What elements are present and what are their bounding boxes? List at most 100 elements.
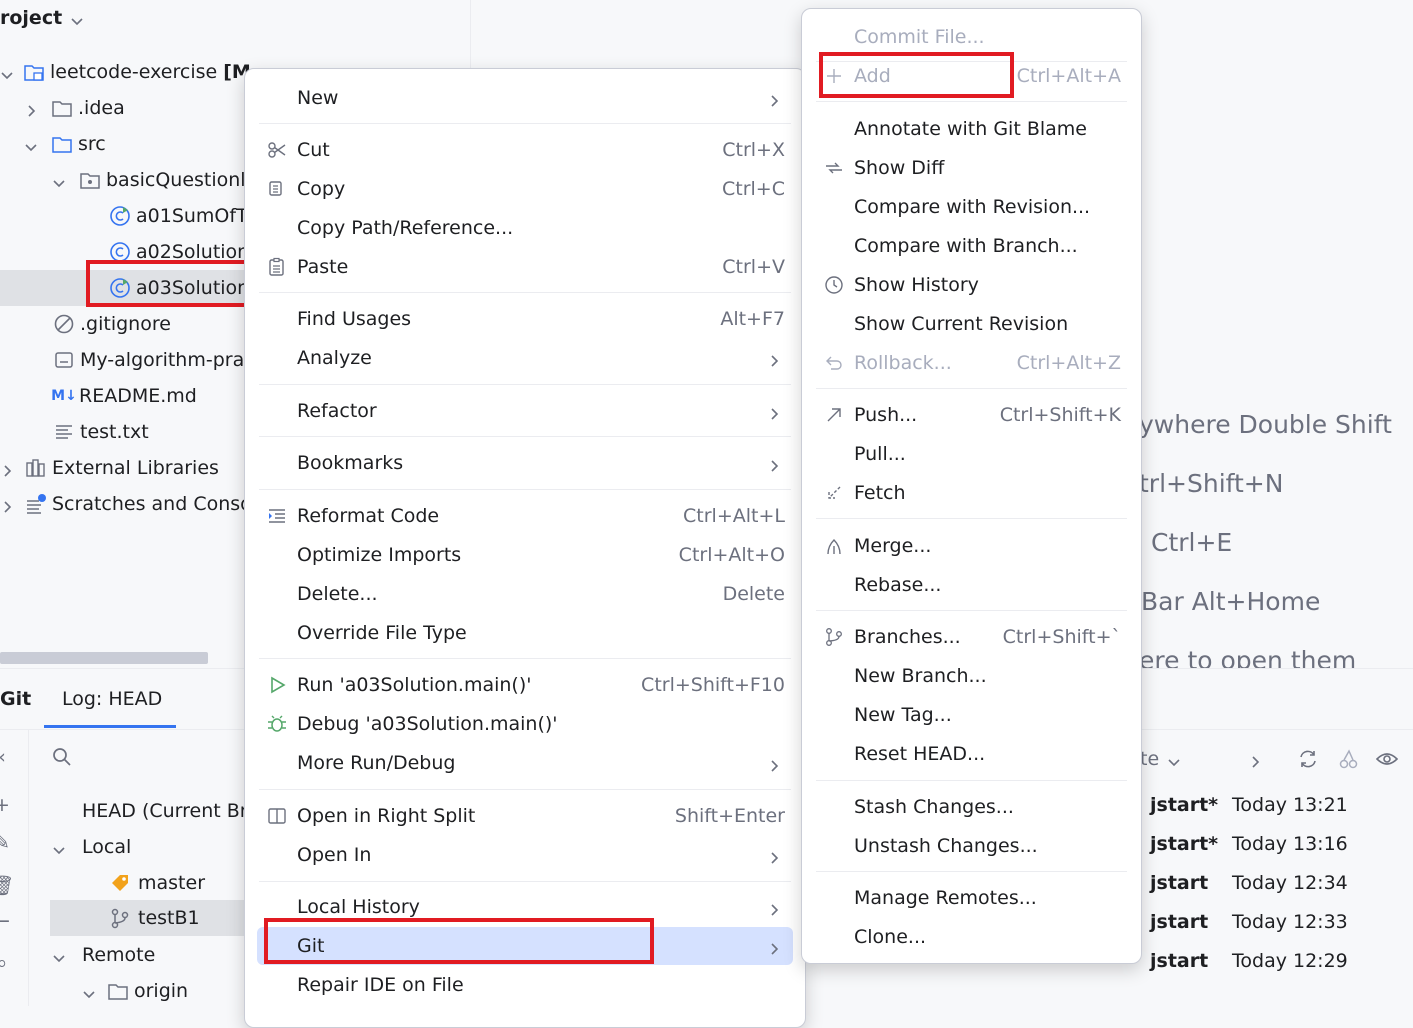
- tree-item-a03[interactable]: a03Solution: [108, 270, 249, 306]
- search-icon[interactable]: ⌕: [0, 951, 14, 975]
- log-row[interactable]: jstart Today 12:34: [1150, 865, 1348, 901]
- tree-item-a01[interactable]: a01SumOfT: [108, 198, 248, 234]
- cherry-pick-icon[interactable]: [1336, 747, 1360, 771]
- chevron-right-icon[interactable]: [0, 497, 14, 513]
- menu-item-repair-ide[interactable]: Repair IDE on File: [257, 966, 793, 1004]
- menu-item-copy-path[interactable]: Copy Path/Reference...: [257, 209, 793, 247]
- tree-item-readme[interactable]: M↓ README.md: [50, 378, 197, 414]
- tab-git[interactable]: Git: [0, 681, 31, 717]
- tree-item-scratches[interactable]: Scratches and Conso: [0, 486, 252, 522]
- menu-item-fetch[interactable]: Fetch: [814, 474, 1129, 512]
- log-row[interactable]: jstart Today 12:29: [1150, 943, 1348, 979]
- menu-item-copy[interactable]: Copy Ctrl+C: [257, 170, 793, 208]
- menu-item-pull[interactable]: Pull...: [814, 435, 1129, 473]
- menu-item-push[interactable]: Push... Ctrl+Shift+K: [814, 396, 1129, 434]
- chevron-down-icon[interactable]: [52, 948, 66, 963]
- chevron-down-icon[interactable]: [82, 984, 96, 999]
- arrow-left-icon[interactable]: ←: [0, 909, 14, 933]
- menu-item-find-usages[interactable]: Find Usages Alt+F7: [257, 300, 793, 338]
- tree-item-idea[interactable]: .idea: [24, 90, 125, 126]
- text-file-icon: [52, 420, 76, 444]
- tree-label: External Libraries: [52, 457, 219, 479]
- log-row[interactable]: jstart Today 12:33: [1150, 904, 1348, 940]
- menu-item-new-tag[interactable]: New Tag...: [814, 696, 1129, 734]
- menu-item-cut[interactable]: Cut Ctrl+X: [257, 131, 793, 169]
- menu-item-run[interactable]: Run 'a03Solution.main()' Ctrl+Shift+F10: [257, 666, 793, 704]
- log-date-filter[interactable]: te: [1140, 741, 1181, 777]
- eye-icon[interactable]: [1375, 747, 1399, 771]
- plus-icon: [822, 64, 846, 88]
- menu-item-compare-branch[interactable]: Compare with Branch...: [814, 227, 1129, 265]
- chevron-down-icon[interactable]: [0, 65, 14, 80]
- chevron-down-icon[interactable]: [52, 840, 66, 855]
- menu-label: Override File Type: [297, 622, 467, 644]
- add-icon[interactable]: +: [0, 793, 14, 817]
- tree-item-external-libraries[interactable]: External Libraries: [0, 450, 219, 486]
- menu-item-new-branch[interactable]: New Branch...: [814, 657, 1129, 695]
- branch-testB1[interactable]: testB1: [108, 900, 200, 936]
- menu-item-override-file-type[interactable]: Override File Type: [257, 614, 793, 652]
- menu-item-show-current-revision[interactable]: Show Current Revision: [814, 305, 1129, 343]
- menu-item-debug[interactable]: Debug 'a03Solution.main()': [257, 705, 793, 743]
- menu-item-reset-head[interactable]: Reset HEAD...: [814, 735, 1129, 773]
- menu-item-commit-file[interactable]: Commit File...: [814, 18, 1129, 56]
- menu-item-local-history[interactable]: Local History: [257, 888, 793, 926]
- menu-item-more-run-debug[interactable]: More Run/Debug: [257, 744, 793, 782]
- tree-item-test-txt[interactable]: test.txt: [52, 414, 149, 450]
- tree-item-project-root[interactable]: leetcode-exercise [M: [0, 54, 251, 90]
- refresh-icon[interactable]: [1296, 747, 1320, 771]
- menu-item-optimize-imports[interactable]: Optimize Imports Ctrl+Alt+O: [257, 536, 793, 574]
- menu-item-stash[interactable]: Stash Changes...: [814, 788, 1129, 826]
- tree-item-src[interactable]: src: [24, 126, 106, 162]
- menu-item-paste[interactable]: Paste Ctrl+V: [257, 248, 793, 286]
- log-row[interactable]: jstart* Today 13:21: [1150, 787, 1348, 823]
- tree-item-a02[interactable]: a02Solution: [108, 234, 249, 270]
- menu-item-show-history[interactable]: Show History: [814, 266, 1129, 304]
- tree-item-iml[interactable]: My-algorithm-pra: [52, 342, 244, 378]
- chevron-down-icon[interactable]: [70, 11, 84, 26]
- menu-item-add[interactable]: Add Ctrl+Alt+A: [814, 57, 1129, 95]
- menu-item-manage-remotes[interactable]: Manage Remotes...: [814, 879, 1129, 917]
- menu-item-new[interactable]: New: [257, 79, 793, 117]
- menu-item-branches[interactable]: Branches... Ctrl+Shift+`: [814, 618, 1129, 656]
- branch-group-local[interactable]: Local: [52, 829, 131, 865]
- horizontal-scrollbar[interactable]: [0, 652, 208, 664]
- menu-item-merge[interactable]: Merge...: [814, 527, 1129, 565]
- menu-item-delete[interactable]: Delete... Delete: [257, 575, 793, 613]
- menu-item-git[interactable]: Git: [257, 927, 793, 965]
- log-row[interactable]: jstart* Today 13:16: [1150, 826, 1348, 862]
- menu-label: Copy: [297, 178, 346, 200]
- menu-item-bookmarks[interactable]: Bookmarks: [257, 444, 793, 482]
- menu-item-open-right-split[interactable]: Open in Right Split Shift+Enter: [257, 797, 793, 835]
- search-icon[interactable]: [50, 745, 74, 769]
- chevron-right-icon[interactable]: [1248, 752, 1262, 768]
- branch-group-remote[interactable]: Remote: [52, 937, 155, 973]
- tree-item-gitignore[interactable]: .gitignore: [52, 306, 171, 342]
- menu-item-unstash[interactable]: Unstash Changes...: [814, 827, 1129, 865]
- project-header[interactable]: roject: [0, 0, 84, 36]
- menu-item-refactor[interactable]: Refactor: [257, 392, 793, 430]
- menu-item-open-in[interactable]: Open In: [257, 836, 793, 874]
- branch-head[interactable]: HEAD (Current Br: [82, 793, 248, 829]
- tree-label: src: [78, 133, 106, 155]
- edit-icon[interactable]: ✎: [0, 831, 14, 855]
- menu-item-annotate[interactable]: Annotate with Git Blame: [814, 110, 1129, 148]
- tab-log-head[interactable]: Log: HEAD: [62, 681, 162, 717]
- chevron-down-icon[interactable]: [52, 173, 66, 188]
- chevron-down-icon[interactable]: [24, 137, 38, 152]
- menu-shortcut: Ctrl+Alt+Z: [1016, 352, 1121, 374]
- chevron-right-icon[interactable]: [0, 461, 14, 477]
- menu-item-compare-revision[interactable]: Compare with Revision...: [814, 188, 1129, 226]
- menu-item-rollback[interactable]: Rollback... Ctrl+Alt+Z: [814, 344, 1129, 382]
- chevron-right-icon[interactable]: [24, 101, 38, 117]
- menu-item-clone[interactable]: Clone...: [814, 918, 1129, 956]
- delete-icon[interactable]: 🗑: [0, 873, 14, 897]
- menu-item-reformat[interactable]: Reformat Code Ctrl+Alt+L: [257, 497, 793, 535]
- branch-origin[interactable]: origin: [82, 973, 188, 1009]
- tree-item-package[interactable]: basicQuestionl: [52, 162, 246, 198]
- branch-master[interactable]: master: [108, 865, 205, 901]
- menu-item-show-diff[interactable]: Show Diff: [814, 149, 1129, 187]
- chevron-left-icon[interactable]: ‹: [0, 745, 14, 769]
- menu-item-analyze[interactable]: Analyze: [257, 339, 793, 377]
- menu-item-rebase[interactable]: Rebase...: [814, 566, 1129, 604]
